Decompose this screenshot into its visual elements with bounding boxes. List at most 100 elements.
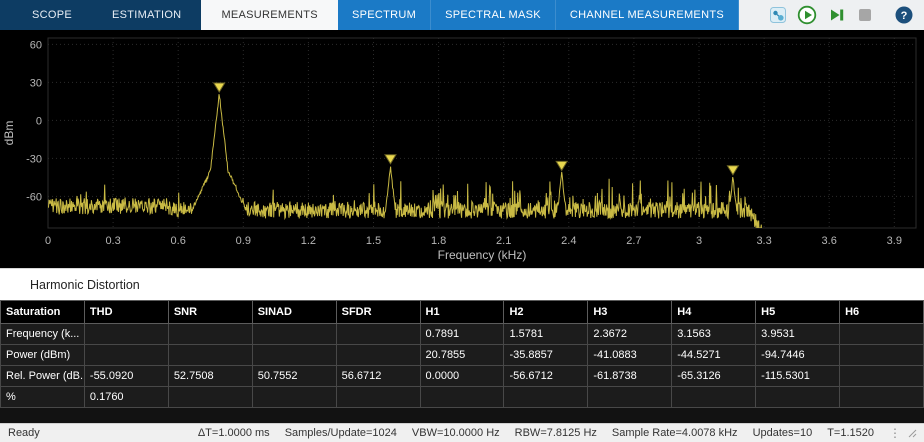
data-source-button[interactable]: [766, 3, 790, 27]
table-cell: -44.5271: [672, 345, 756, 366]
table-cell: 3.1563: [672, 324, 756, 345]
y-tick-label: 60: [30, 39, 42, 51]
peak-marker-h1: [214, 83, 225, 92]
column-header-h3: H3: [588, 301, 672, 324]
column-header-h5: H5: [756, 301, 840, 324]
table-cell: [336, 387, 420, 408]
harmonic-distortion-panel: Harmonic Distortion: [0, 268, 924, 300]
table-cell: -56.6712: [504, 366, 588, 387]
row-label: Frequency (k...: [1, 324, 85, 345]
column-header-saturation: Saturation: [1, 301, 85, 324]
tab-channel-measurements[interactable]: CHANNEL MEASUREMENTS: [556, 0, 739, 30]
panel-title: Harmonic Distortion: [30, 278, 140, 292]
table-cell: [252, 324, 336, 345]
table-cell: 3.9531: [756, 324, 840, 345]
table-cell: -94.7446: [756, 345, 840, 366]
column-header-h1: H1: [420, 301, 504, 324]
step-forward-button[interactable]: [824, 3, 848, 27]
y-tick-label: -30: [26, 153, 42, 165]
table-row: Power (dBm)20.7855-35.8857-41.0883-44.52…: [1, 345, 924, 366]
spectrum-plot: 00.30.60.91.21.51.82.12.42.733.33.63.960…: [0, 30, 924, 268]
stop-icon: [855, 5, 875, 25]
overflow-menu-icon[interactable]: ⋮: [888, 425, 902, 441]
tab-estimation[interactable]: ESTIMATION: [92, 0, 201, 30]
y-tick-label: 0: [36, 115, 42, 127]
status-bar: Ready ΔT=1.0000 msSamples/Update=1024VBW…: [0, 423, 924, 442]
toolstrip-spacer: [739, 0, 766, 30]
table-cell: [756, 387, 840, 408]
table-row: Rel. Power (dB...-55.092052.750850.75525…: [1, 366, 924, 387]
measurements-table-wrap: SaturationTHDSNRSINADSFDRH1H2H3H4H5H6 Fr…: [0, 300, 924, 423]
x-tick-label: 0.9: [236, 235, 251, 247]
table-cell: -35.8857: [504, 345, 588, 366]
table-cell: 56.6712: [336, 366, 420, 387]
table-cell: [252, 387, 336, 408]
table-cell: [588, 387, 672, 408]
table-cell: 50.7552: [252, 366, 336, 387]
status-metrics: ΔT=1.0000 ms Samples/Update=1024 VBW=10.00…: [198, 427, 874, 439]
playback-toolbar: ?: [766, 0, 924, 30]
resize-grip[interactable]: [906, 427, 918, 439]
table-cell: 0.1760: [84, 387, 168, 408]
status-metric: Updates=10: [753, 427, 813, 439]
tab-spectral-mask[interactable]: SPECTRAL MASK: [431, 0, 556, 30]
table-cell: 2.3672: [588, 324, 672, 345]
table-cell: [168, 324, 252, 345]
tab-scope[interactable]: SCOPE: [12, 0, 92, 30]
table-cell: [168, 345, 252, 366]
help-button[interactable]: ?: [892, 3, 916, 27]
x-tick-label: 1.5: [366, 235, 381, 247]
row-label: Rel. Power (dB...: [1, 366, 85, 387]
table-cell: [504, 387, 588, 408]
x-tick-label: 2.4: [561, 235, 576, 247]
table-cell: -61.8738: [588, 366, 672, 387]
x-tick-label: 2.7: [626, 235, 641, 247]
contextual-tab-bar: SPECTRUMSPECTRAL MASKCHANNEL MEASUREMENT…: [338, 0, 739, 30]
table-cell: [840, 387, 924, 408]
stop-button[interactable]: [853, 3, 877, 27]
table-cell: 1.5781: [504, 324, 588, 345]
table-cell: 0.0000: [420, 366, 504, 387]
x-tick-label: 3.6: [822, 235, 837, 247]
status-metric: ΔT=1.0000 ms: [198, 427, 270, 439]
table-cell: -55.0920: [84, 366, 168, 387]
run-button[interactable]: [795, 3, 819, 27]
table-cell: [840, 345, 924, 366]
x-tick-label: 3.9: [887, 235, 902, 247]
table-cell: [336, 345, 420, 366]
table-cell: -65.3126: [672, 366, 756, 387]
x-tick-label: 3.3: [756, 235, 771, 247]
status-metric: RBW=7.8125 Hz: [515, 427, 597, 439]
x-tick-label: 0.3: [105, 235, 120, 247]
status-metric: T=1.1520: [827, 427, 874, 439]
column-header-snr: SNR: [168, 301, 252, 324]
table-body: Frequency (k...0.78911.57812.36723.15633…: [1, 324, 924, 408]
svg-text:?: ?: [901, 10, 908, 22]
x-tick-label: 2.1: [496, 235, 511, 247]
table-cell: [840, 324, 924, 345]
y-tick-label: 30: [30, 77, 42, 89]
help-icon: ?: [894, 5, 914, 25]
row-label: %: [1, 387, 85, 408]
x-tick-label: 1.2: [301, 235, 316, 247]
table-cell: [252, 345, 336, 366]
spectrum-canvas[interactable]: 00.30.60.91.21.51.82.12.42.733.33.63.960…: [0, 30, 924, 268]
status-metric: VBW=10.0000 Hz: [412, 427, 500, 439]
table-row: %0.1760: [1, 387, 924, 408]
table-cell: [168, 387, 252, 408]
table-cell: [84, 324, 168, 345]
run-icon: [797, 5, 817, 25]
table-cell: [840, 366, 924, 387]
table-row: Frequency (k...0.78911.57812.36723.15633…: [1, 324, 924, 345]
table-cell: 20.7855: [420, 345, 504, 366]
status-metric: Samples/Update=1024: [285, 427, 397, 439]
table-cell: -41.0883: [588, 345, 672, 366]
toolstrip: SCOPEESTIMATIONMEASUREMENTS SPECTRUMSPEC…: [0, 0, 924, 30]
x-axis-label: Frequency (kHz): [438, 248, 527, 262]
tab-measurements[interactable]: MEASUREMENTS: [201, 0, 338, 30]
table-cell: [336, 324, 420, 345]
tab-spectrum[interactable]: SPECTRUM: [338, 0, 431, 30]
column-header-h2: H2: [504, 301, 588, 324]
peak-marker-h4: [727, 166, 738, 175]
x-tick-label: 0: [45, 235, 51, 247]
